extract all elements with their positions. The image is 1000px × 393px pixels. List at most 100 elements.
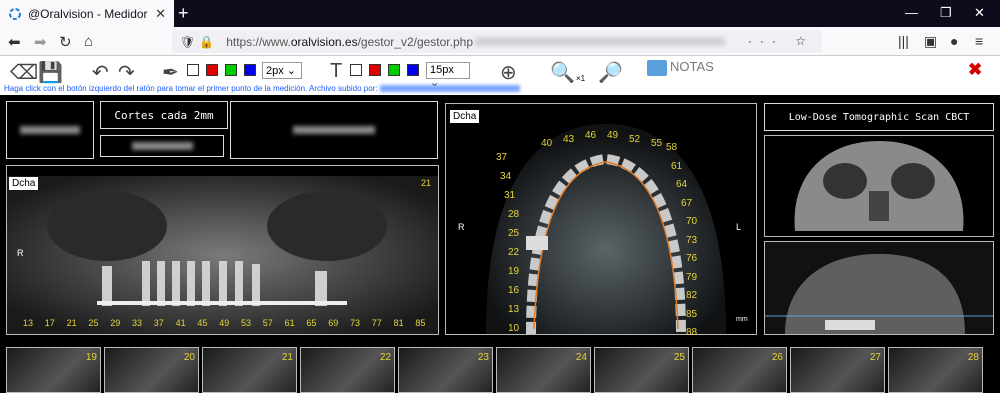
save-icon[interactable]: 💾 bbox=[38, 60, 63, 85]
pano-number: 29 bbox=[110, 318, 121, 328]
axial-dcha-label: Dcha bbox=[450, 110, 480, 123]
back-arrow-icon[interactable]: ⬅ bbox=[8, 33, 21, 51]
axial-number: 64 bbox=[676, 179, 688, 190]
axial-l-label: L bbox=[736, 222, 742, 232]
text-color-green-swatch[interactable] bbox=[388, 64, 400, 76]
pano-number: 25 bbox=[88, 318, 99, 328]
axial-number: 85 bbox=[686, 308, 698, 320]
window-close-icon[interactable]: ✕ bbox=[974, 5, 985, 21]
stroke-size-select[interactable]: 2px ⌄ bbox=[262, 62, 302, 79]
axial-number: 37 bbox=[496, 152, 508, 163]
pano-number: 65 bbox=[306, 318, 317, 328]
close-viewer-icon[interactable]: ✖ bbox=[968, 60, 982, 80]
cross-section-slice[interactable]: 21 bbox=[202, 347, 297, 393]
slice-number: 19 bbox=[85, 352, 97, 363]
axial-number: 46 bbox=[585, 130, 597, 141]
undo-icon[interactable]: ↶ bbox=[92, 60, 109, 85]
slice-number: 26 bbox=[771, 352, 783, 363]
panoramic-image bbox=[7, 176, 438, 334]
dcha-label: Dcha bbox=[9, 177, 39, 190]
maximize-icon[interactable]: ❐ bbox=[940, 5, 952, 21]
pano-number: 21 bbox=[66, 318, 77, 328]
axial-number: 31 bbox=[504, 190, 516, 201]
cross-section-slice[interactable]: 27 bbox=[790, 347, 885, 393]
library-icon[interactable]: ||| bbox=[898, 33, 909, 49]
pano-number: 77 bbox=[371, 318, 382, 328]
browser-tab-bar: @Oralvision - Medidor ✕ + — ❐ ✕ bbox=[0, 0, 1000, 27]
close-tab-icon[interactable]: ✕ bbox=[155, 6, 166, 22]
pano-number: 57 bbox=[262, 318, 273, 328]
3d-skull-view[interactable] bbox=[764, 135, 994, 237]
cross-section-slice[interactable]: 26 bbox=[692, 347, 787, 393]
cross-section-slice[interactable]: 25 bbox=[594, 347, 689, 393]
slice-number: 20 bbox=[183, 352, 195, 363]
cross-section-slice[interactable]: 23 bbox=[398, 347, 493, 393]
reload-icon[interactable]: ↻ bbox=[59, 33, 72, 51]
pano-number: 17 bbox=[44, 318, 55, 328]
text-color-red-swatch[interactable] bbox=[369, 64, 381, 76]
cross-section-slice[interactable]: 20 bbox=[104, 347, 199, 393]
color-red-swatch[interactable] bbox=[206, 64, 218, 76]
notes-bubble-icon[interactable] bbox=[647, 60, 667, 76]
browser-tab[interactable]: @Oralvision - Medidor ✕ bbox=[0, 0, 174, 27]
eraser-icon[interactable]: ⌫ bbox=[10, 60, 38, 85]
url-bar[interactable]: 🛡🔒 https://www. oralvision.es/gestor_v2/g… bbox=[172, 30, 822, 53]
axial-r-label: R bbox=[458, 222, 465, 232]
new-tab-button[interactable]: + bbox=[178, 3, 189, 24]
axial-number: 40 bbox=[541, 138, 553, 149]
zoom-reset-icon[interactable]: 🔍 bbox=[550, 60, 575, 85]
account-icon[interactable]: ● bbox=[950, 33, 958, 49]
crosshair-icon[interactable]: ⊕ bbox=[500, 60, 517, 85]
axial-number: 55 bbox=[651, 138, 663, 149]
axial-number: 70 bbox=[686, 216, 698, 227]
slice-number: 27 bbox=[869, 352, 881, 363]
text-tool-icon[interactable]: T bbox=[330, 60, 342, 83]
axial-number: 49 bbox=[607, 130, 619, 141]
cross-section-slice[interactable]: 28 bbox=[888, 347, 983, 393]
browser-nav-bar: ⬅ ➡ ↻ ⌂ 🛡🔒 https://www. oralvision.es/ges… bbox=[0, 27, 1000, 56]
skull-render-image bbox=[765, 136, 993, 236]
notas-button[interactable]: NOTAS bbox=[670, 59, 714, 74]
url-actions-icon[interactable]: ··· ☆ bbox=[748, 34, 814, 48]
axial-number: 10 bbox=[508, 323, 520, 334]
color-blue-swatch[interactable] bbox=[244, 64, 256, 76]
pano-number: 45 bbox=[197, 318, 208, 328]
sidebar-icon[interactable]: ▣ bbox=[924, 33, 937, 50]
cross-section-slice[interactable]: 22 bbox=[300, 347, 395, 393]
pano-r-label: R bbox=[17, 248, 24, 258]
color-white-swatch[interactable] bbox=[187, 64, 199, 76]
text-color-white-swatch[interactable] bbox=[350, 64, 362, 76]
sagittal-view[interactable] bbox=[764, 241, 994, 335]
text-color-blue-swatch[interactable] bbox=[407, 64, 419, 76]
cross-section-slice[interactable]: 19 bbox=[6, 347, 101, 393]
axial-number: 58 bbox=[666, 142, 678, 153]
panoramic-view[interactable]: Dcha R 21 13 17 21 25 29 33 37 41 45 49 53 57 61 65 69… bbox=[6, 165, 439, 335]
slice-number: 24 bbox=[575, 352, 587, 363]
color-green-swatch[interactable] bbox=[225, 64, 237, 76]
cross-section-slice[interactable]: 24 bbox=[496, 347, 591, 393]
redo-icon[interactable]: ↷ bbox=[118, 60, 135, 85]
pano-number: 41 bbox=[175, 318, 186, 328]
menu-icon[interactable]: ≡ bbox=[975, 33, 983, 49]
slice-number: 28 bbox=[967, 352, 979, 363]
axial-number: 22 bbox=[508, 247, 520, 258]
minimize-icon[interactable]: — bbox=[905, 5, 918, 20]
instruction-hint: Haga click con el botón izquierdo del ra… bbox=[4, 84, 520, 93]
axial-number: 67 bbox=[681, 197, 693, 209]
axial-number: 13 bbox=[508, 304, 520, 315]
pen-icon[interactable]: ✒ bbox=[162, 60, 179, 85]
axial-number: 73 bbox=[686, 234, 698, 246]
axial-image bbox=[446, 104, 756, 334]
measurement-toolbar: ⌫ 💾 ↶ ↷ ✒ 2px ⌄ T 15px ⌄ ⊕ 🔍 ×1 🔎 NOTAS … bbox=[0, 56, 1000, 89]
lock-icon: 🛡🔒 bbox=[180, 34, 219, 49]
tab-title: @Oralvision - Medidor bbox=[28, 6, 148, 21]
home-icon[interactable]: ⌂ bbox=[84, 33, 93, 50]
url-prefix: https://www. bbox=[226, 34, 291, 49]
forward-arrow-icon[interactable]: ➡ bbox=[34, 33, 47, 51]
patient-name-box bbox=[230, 101, 438, 159]
zoom-in-icon[interactable]: 🔎 bbox=[598, 60, 623, 85]
font-size-select[interactable]: 15px ⌄ bbox=[426, 62, 470, 89]
axial-number: 34 bbox=[500, 171, 512, 182]
uploader-link-redacted[interactable] bbox=[379, 85, 520, 93]
axial-view[interactable]: Dcha R L mm 37 34 31 28 25 22 19 16 13 10 40 43 46 49… bbox=[445, 103, 757, 338]
